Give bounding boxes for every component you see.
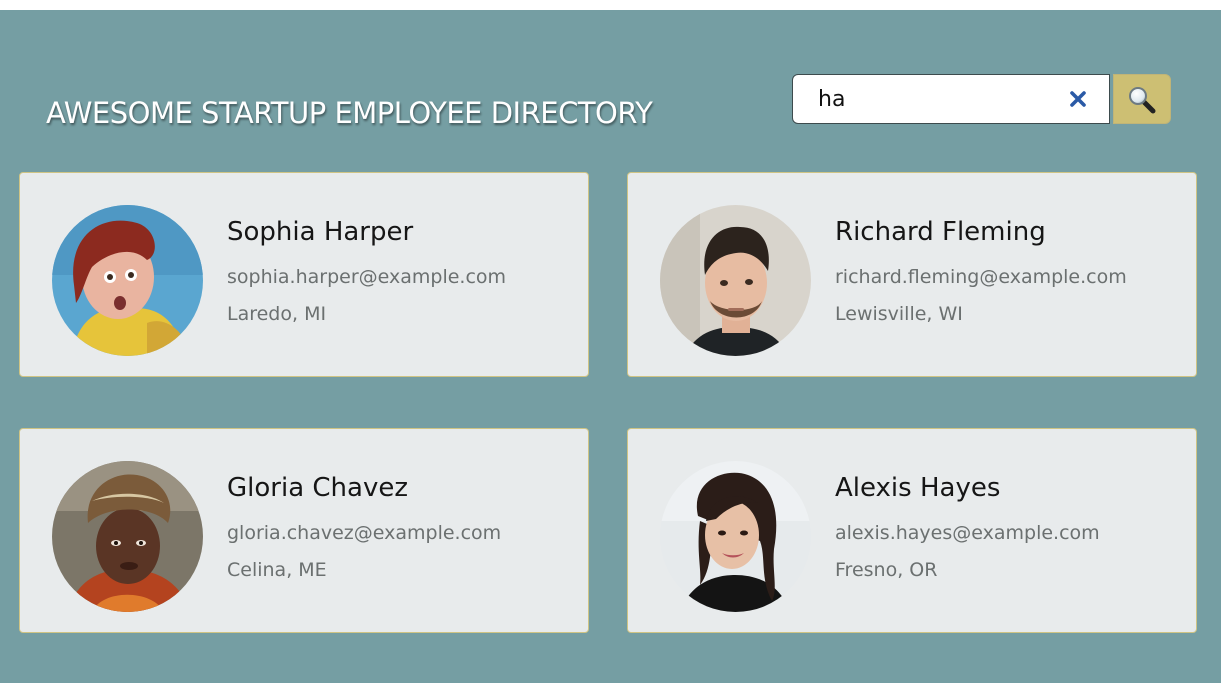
employee-email: richard.fleming@example.com [835, 266, 1127, 288]
page-title: AWESOME STARTUP EMPLOYEE DIRECTORY [46, 96, 653, 130]
employee-location: Laredo, MI [227, 303, 327, 325]
avatar [660, 205, 811, 356]
avatar [52, 461, 203, 612]
close-icon[interactable] [1066, 87, 1090, 111]
employee-email: alexis.hayes@example.com [835, 522, 1100, 544]
search-button[interactable] [1113, 74, 1171, 124]
employee-card[interactable]: Alexis Hayes alexis.hayes@example.com Fr… [627, 428, 1197, 633]
employee-card[interactable]: Sophia Harper sophia.harper@example.com … [19, 172, 589, 377]
employee-location: Lewisville, WI [835, 303, 963, 325]
employee-name: Sophia Harper [227, 217, 414, 247]
employee-card[interactable]: Gloria Chavez gloria.chavez@example.com … [19, 428, 589, 633]
magnifying-glass-icon [1129, 87, 1156, 114]
avatar [52, 205, 203, 356]
avatar [660, 461, 811, 612]
search-input[interactable] [792, 74, 1110, 124]
employee-name: Richard Fleming [835, 217, 1046, 247]
employee-name: Gloria Chavez [227, 473, 408, 503]
employee-name: Alexis Hayes [835, 473, 1001, 503]
employee-card[interactable]: Richard Fleming richard.fleming@example.… [627, 172, 1197, 377]
employee-email: gloria.chavez@example.com [227, 522, 502, 544]
search-form [792, 74, 1171, 126]
employee-email: sophia.harper@example.com [227, 266, 507, 288]
employee-location: Celina, ME [227, 559, 327, 581]
page-background: AWESOME STARTUP EMPLOYEE DIRECTORY ha So… [0, 10, 1221, 683]
employee-location: Fresno, OR [835, 559, 938, 581]
